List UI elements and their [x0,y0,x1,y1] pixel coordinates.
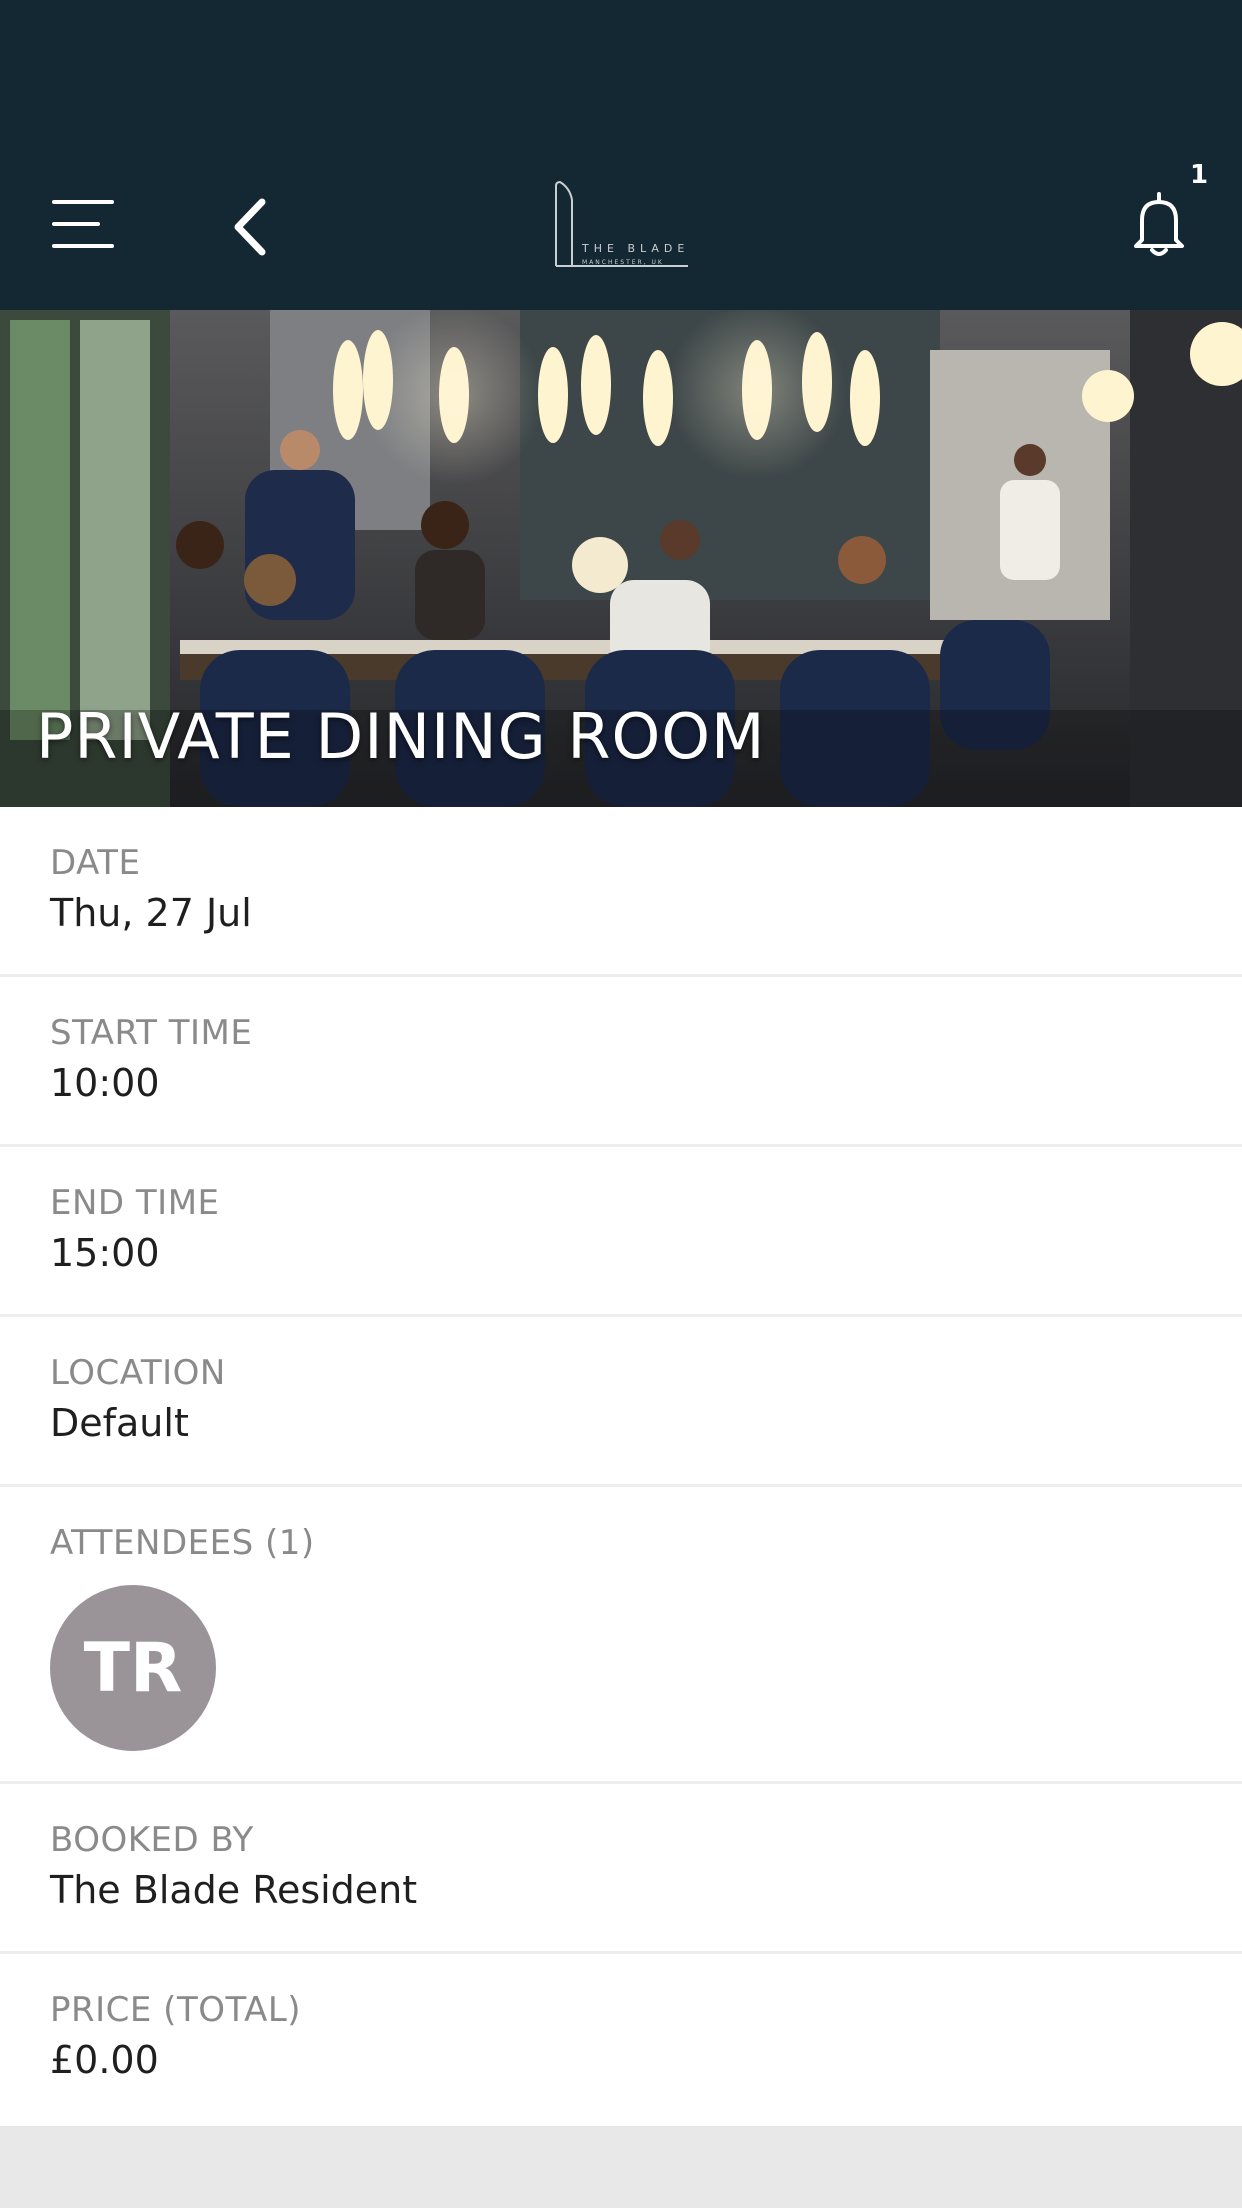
end-time-value: 15:00 [50,1231,160,1275]
date-label: DATE [50,843,141,883]
price-row: PRICE (TOTAL) £0.00 [0,1954,1242,2126]
booked-by-row: BOOKED BY The Blade Resident [0,1784,1242,1954]
date-row: DATE Thu, 27 Jul [0,807,1242,977]
svg-text:THE BLADE: THE BLADE [581,242,689,255]
date-value: Thu, 27 Jul [50,891,252,935]
app-header: THE BLADE MANCHESTER, UK 1 [0,0,1242,310]
price-label: PRICE (TOTAL) [50,1990,302,2030]
footer-area [0,2140,1242,2208]
location-row: LOCATION Default [0,1317,1242,1487]
end-time-row: END TIME 15:00 [0,1147,1242,1317]
start-time-row: START TIME 10:00 [0,977,1242,1147]
hero-image: PRIVATE DINING ROOM [0,310,1242,807]
start-time-value: 10:00 [50,1061,160,1105]
attendees-row: ATTENDEES (1) TR [0,1487,1242,1784]
bell-icon[interactable] [1130,190,1188,260]
the-blade-logo: THE BLADE MANCHESTER, UK [552,180,692,272]
attendee-avatar[interactable]: TR [50,1585,216,1751]
location-label: LOCATION [50,1353,226,1393]
end-time-label: END TIME [50,1183,220,1223]
booking-details: DATE Thu, 27 Jul START TIME 10:00 END TI… [0,807,1242,2126]
notification-count: 1 [1190,160,1209,190]
room-title: PRIVATE DINING ROOM [36,700,766,773]
back-icon[interactable] [226,196,276,258]
price-value: £0.00 [50,2038,159,2082]
booked-by-label: BOOKED BY [50,1820,254,1860]
svg-text:MANCHESTER, UK: MANCHESTER, UK [582,259,664,266]
booked-by-value: The Blade Resident [50,1868,418,1912]
start-time-label: START TIME [50,1013,253,1053]
attendees-label: ATTENDEES (1) [50,1523,315,1563]
menu-icon[interactable] [52,198,114,250]
location-value: Default [50,1401,189,1445]
